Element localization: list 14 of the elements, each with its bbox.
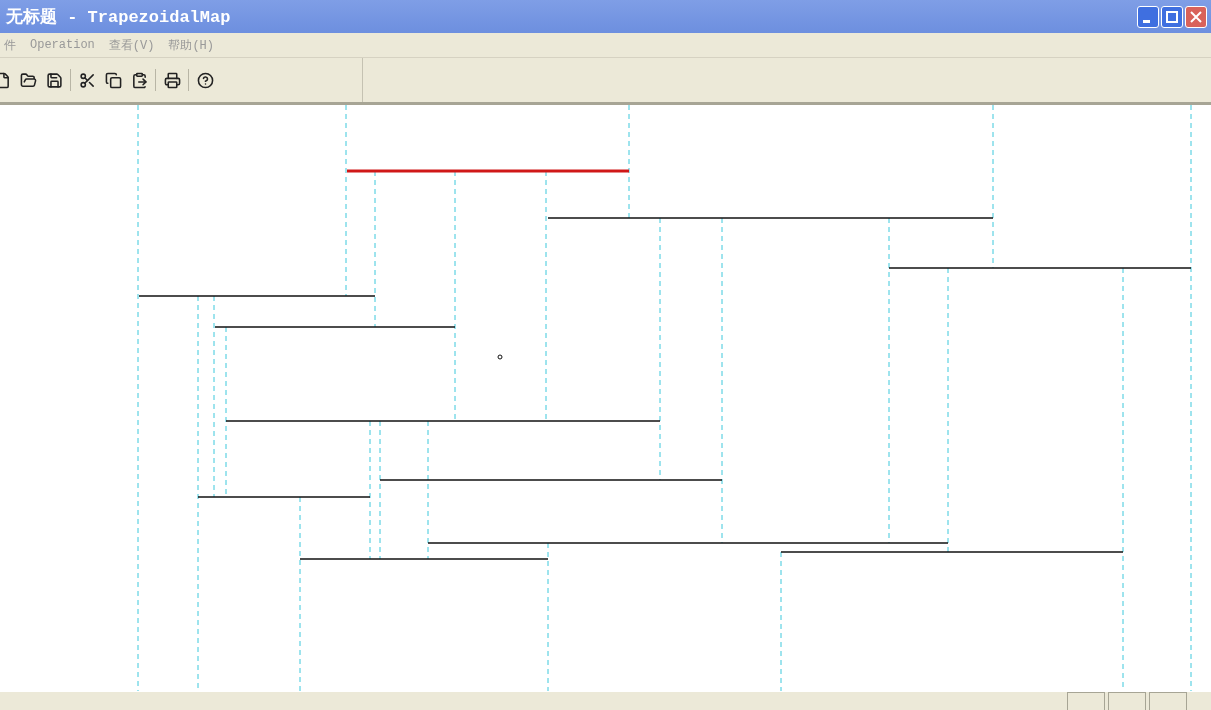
menu-item[interactable]: Operation: [30, 38, 95, 52]
close-icon: [1190, 10, 1202, 23]
status-pane: [1108, 692, 1146, 710]
window-title: 无标题 - TrapezoidalMap: [6, 7, 232, 28]
status-pane: [1067, 692, 1105, 710]
menu-item[interactable]: 件: [4, 36, 16, 54]
menu-item[interactable]: 帮助(H): [168, 36, 215, 54]
close-button[interactable]: [1185, 5, 1207, 28]
maximize-button[interactable]: [1161, 5, 1183, 28]
maximize-icon: [1166, 10, 1178, 23]
menu-item[interactable]: 查看(V): [108, 36, 155, 54]
minimize-button[interactable]: [1137, 5, 1159, 28]
minimize-icon: [1142, 20, 1150, 23]
status-pane: [1149, 692, 1187, 710]
